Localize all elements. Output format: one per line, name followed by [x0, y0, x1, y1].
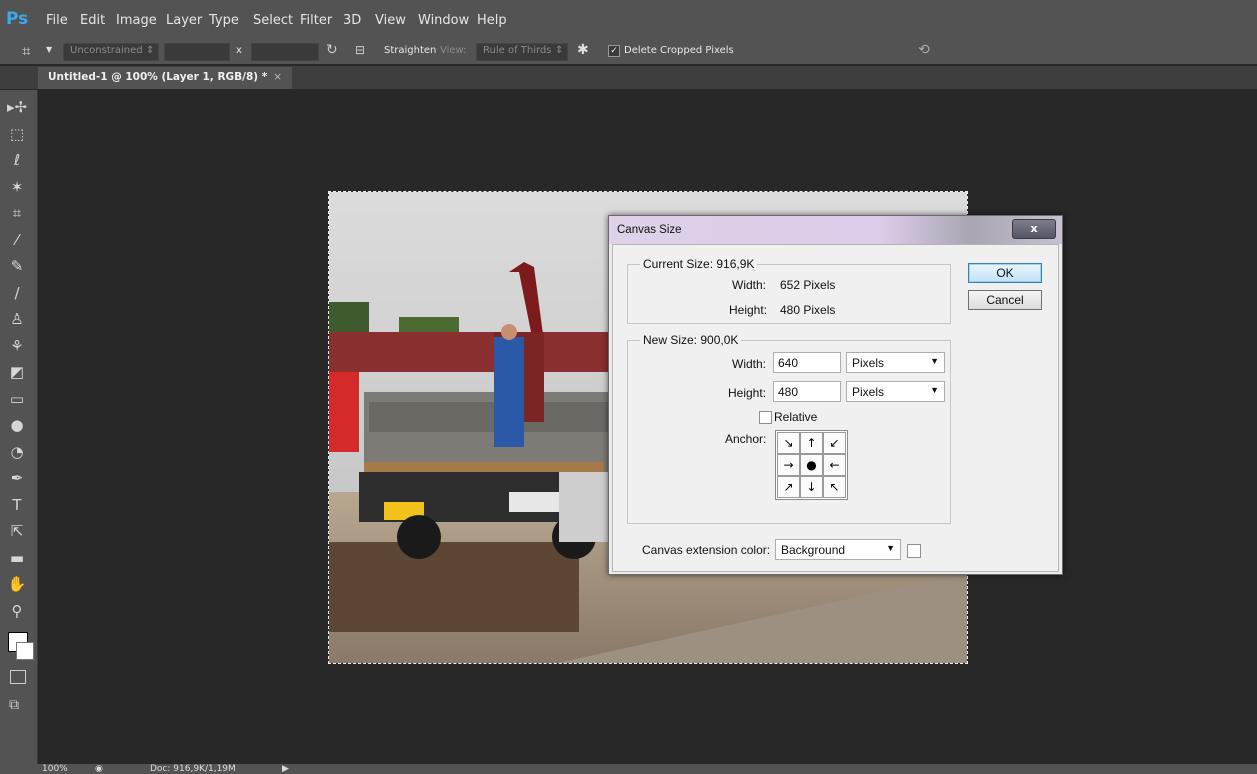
relative-checkbox[interactable]: [759, 411, 772, 424]
menu-select[interactable]: Select: [253, 13, 293, 28]
pen-icon[interactable]: ✒: [6, 467, 28, 489]
eraser-icon[interactable]: ◩: [6, 361, 28, 383]
anchor-cell-top-left[interactable]: ↘: [777, 432, 800, 454]
magic-wand-icon[interactable]: ✶: [6, 176, 28, 198]
marquee-icon[interactable]: ⬚: [6, 123, 28, 145]
height-unit-select[interactable]: Pixels ▼: [846, 381, 945, 402]
shape-icon[interactable]: ▬: [6, 547, 28, 569]
gear-icon[interactable]: ✱: [577, 42, 589, 58]
gradient-icon[interactable]: ▭: [6, 388, 28, 410]
lasso-icon[interactable]: ℓ: [6, 149, 28, 171]
menu-type[interactable]: Type: [209, 13, 239, 28]
straighten-icon[interactable]: ⊟: [355, 43, 365, 57]
zoom-icon[interactable]: ⚲: [6, 600, 28, 622]
menu-3d[interactable]: 3D: [343, 13, 361, 28]
new-size-label: New Size: 900,0K: [640, 333, 742, 347]
hand-icon[interactable]: ✋: [6, 573, 28, 595]
clear-icon[interactable]: ↻: [326, 42, 338, 58]
delete-cropped-label: Delete Cropped Pixels: [624, 45, 734, 56]
menu-filter[interactable]: Filter: [300, 13, 332, 28]
view-label: View:: [440, 45, 467, 56]
anchor-label: Anchor:: [725, 432, 767, 446]
width-unit-select[interactable]: Pixels ▼: [846, 352, 945, 373]
crop-width-input[interactable]: [164, 43, 230, 61]
menu-edit[interactable]: Edit: [80, 13, 105, 28]
cancel-crop-icon[interactable]: ⟲: [918, 42, 930, 58]
anchor-cell-center[interactable]: ●: [800, 454, 823, 476]
dropdown-arrow-icon: ▼: [930, 356, 939, 366]
straighten-label[interactable]: Straighten: [384, 45, 436, 56]
crop-icon[interactable]: ⌗: [6, 202, 28, 224]
dropdown-arrow-icon: ▼: [886, 543, 895, 553]
dropdown-arrow-icon: ▼: [930, 385, 939, 395]
zoom-level[interactable]: 100%: [42, 764, 68, 774]
type-icon[interactable]: T: [6, 494, 28, 516]
delete-cropped-checkbox[interactable]: ✓: [608, 45, 620, 57]
crop-height-input[interactable]: [251, 43, 319, 61]
status-info-icon[interactable]: ◉: [95, 764, 103, 774]
screen-mode-icon[interactable]: ⧉: [9, 697, 19, 713]
extension-color-select[interactable]: Background ▼: [775, 539, 901, 560]
height-unit-value: Pixels: [852, 385, 885, 399]
path-select-icon[interactable]: ⇱: [6, 520, 28, 542]
background-color-swatch[interactable]: [16, 642, 34, 660]
anchor-cell-top[interactable]: ↑: [800, 432, 823, 454]
menu-view[interactable]: View: [375, 13, 406, 28]
anchor-cell-left[interactable]: →: [777, 454, 800, 476]
ratio-arrows-icon: ⇕: [146, 45, 155, 56]
anchor-cell-bottom-left[interactable]: ↗: [777, 476, 800, 498]
view-value: Rule of Thirds: [483, 45, 552, 56]
menu-file[interactable]: File: [46, 13, 68, 28]
width-label: Width:: [732, 357, 767, 371]
canvas-size-dialog: Canvas Size x Current Size: 916,9K Width…: [608, 215, 1063, 575]
anchor-cell-bottom-right[interactable]: ↖: [823, 476, 846, 498]
dodge-icon[interactable]: ◔: [6, 441, 28, 463]
quick-mask-icon[interactable]: [10, 670, 26, 684]
height-input[interactable]: 480: [773, 381, 841, 402]
doc-size: Doc: 916,9K/1,19M: [150, 764, 236, 774]
ratio-value: Unconstrained: [70, 45, 143, 56]
cancel-button[interactable]: Cancel: [968, 290, 1042, 310]
tab-close-icon[interactable]: ×: [273, 71, 282, 83]
preset-dropdown-icon[interactable]: ▼: [46, 45, 52, 54]
document-tab-title: Untitled-1 @ 100% (Layer 1, RGB/8) *: [48, 71, 268, 83]
width-input[interactable]: 640: [773, 352, 841, 373]
extension-color-value: Background: [781, 543, 846, 557]
blur-icon[interactable]: ●: [6, 414, 28, 436]
current-size-label: Current Size: 916,9K: [640, 257, 758, 271]
current-width-label: Width:: [732, 278, 767, 292]
relative-label: Relative: [774, 410, 818, 424]
height-label: Height:: [728, 386, 767, 400]
current-width-value: 652 Pixels: [780, 278, 836, 292]
move-icon[interactable]: ▸✢: [6, 96, 28, 118]
dialog-title: Canvas Size: [617, 224, 682, 236]
dialog-body: Current Size: 916,9K Width: 652 Pixels H…: [612, 244, 1059, 572]
stamp-icon[interactable]: ♙: [6, 308, 28, 330]
photoshop-logo: Ps: [6, 9, 29, 29]
menu-layer[interactable]: Layer: [166, 13, 202, 28]
menu-image[interactable]: Image: [116, 13, 157, 28]
dialog-close-button[interactable]: x: [1012, 219, 1056, 239]
status-menu-arrow-icon[interactable]: ▶: [282, 764, 289, 774]
ok-button[interactable]: OK: [968, 263, 1042, 283]
width-unit-value: Pixels: [852, 356, 885, 370]
menu-help[interactable]: Help: [477, 13, 507, 28]
swap-x-label: x: [236, 45, 242, 56]
current-height-value: 480 Pixels: [780, 303, 836, 317]
history-brush-icon[interactable]: ⚘: [6, 335, 28, 357]
view-arrows-icon: ⇕: [555, 45, 564, 56]
anchor-cell-right[interactable]: ←: [823, 454, 846, 476]
extension-color-label: Canvas extension color:: [642, 543, 771, 557]
menu-window[interactable]: Window: [418, 13, 469, 28]
eyedropper-icon[interactable]: ⁄: [6, 229, 28, 251]
document-tab[interactable]: Untitled-1 @ 100% (Layer 1, RGB/8) * ×: [38, 67, 293, 89]
anchor-grid: ↘ ↑ ↙ → ● ← ↗ ↓ ↖: [775, 430, 848, 500]
anchor-cell-bottom[interactable]: ↓: [800, 476, 823, 498]
extension-color-swatch[interactable]: [907, 544, 921, 558]
healing-icon[interactable]: ✎: [6, 255, 28, 277]
brush-icon[interactable]: /: [6, 282, 28, 304]
crop-tool-preset-icon[interactable]: ⌗: [22, 42, 30, 60]
current-height-label: Height:: [729, 303, 768, 317]
anchor-cell-top-right[interactable]: ↙: [823, 432, 846, 454]
